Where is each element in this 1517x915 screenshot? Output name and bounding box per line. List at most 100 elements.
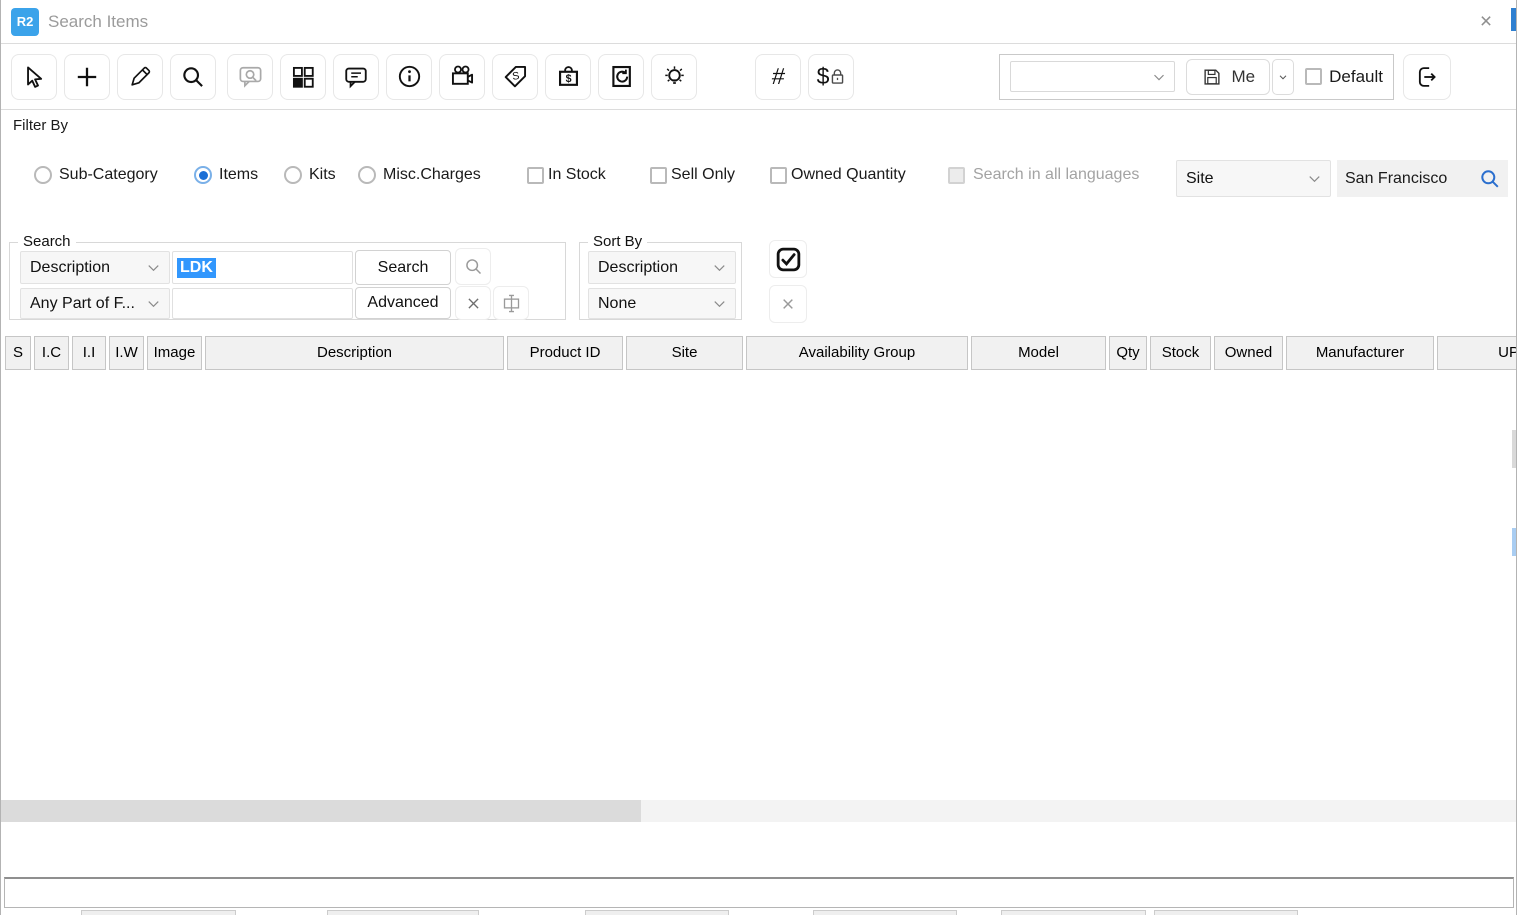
radio-checked-icon — [194, 166, 212, 184]
default-checkbox-row: Default — [1305, 67, 1383, 87]
default-checkbox[interactable] — [1305, 68, 1322, 85]
saved-view-panel: Me Default — [999, 54, 1395, 100]
checkbox-icon — [770, 167, 787, 184]
scrollbar-thumb[interactable] — [1, 800, 641, 822]
search-field-selector[interactable]: Description — [20, 251, 170, 284]
column-header-owned[interactable]: Owned — [1214, 336, 1283, 370]
column-header-ii[interactable]: I.I — [72, 336, 106, 370]
site-value-field[interactable]: San Francisco — [1337, 160, 1508, 197]
results-body — [1, 371, 1516, 800]
sort-primary-value: Description — [598, 259, 678, 277]
edit-item-button[interactable] — [117, 54, 163, 100]
price-tag-icon: S — [502, 63, 529, 90]
site-selector-value: Site — [1186, 170, 1214, 188]
comment-icon — [343, 64, 369, 90]
price-tag-button[interactable]: S — [492, 54, 538, 100]
flip-columns-icon — [501, 293, 522, 314]
checkbox-icon — [650, 167, 667, 184]
column-header-manufacturer[interactable]: Manufacturer — [1286, 336, 1434, 370]
sort-primary-selector[interactable]: Description — [588, 251, 736, 284]
search-group-legend: Search — [18, 233, 76, 250]
search-scope-selector[interactable]: Any Part of F... — [20, 288, 170, 319]
save-view-dropdown-button[interactable] — [1272, 59, 1294, 95]
bottom-button-sliver — [81, 910, 236, 915]
app-logo: R2 — [11, 8, 39, 36]
money-case-button[interactable]: $ — [545, 54, 591, 100]
search-query-selected-text: LDK — [177, 258, 216, 278]
checkbox-owned-quantity[interactable]: Owned Quantity — [770, 166, 906, 184]
site-selector[interactable]: Site — [1176, 160, 1331, 197]
comments-button[interactable] — [333, 54, 379, 100]
search-scope-selector-value: Any Part of F... — [30, 295, 135, 313]
item-info-button[interactable] — [386, 54, 432, 100]
chevron-down-icon — [710, 258, 729, 277]
add-item-button[interactable] — [64, 54, 110, 100]
radio-items[interactable]: Items — [194, 166, 258, 184]
serial-hash-button[interactable]: # — [755, 54, 801, 100]
close-button[interactable]: × — [1472, 8, 1500, 36]
clear-selection-button[interactable] — [769, 285, 807, 323]
layout-grid-button[interactable] — [280, 54, 326, 100]
history-icon — [608, 63, 635, 90]
sort-group-legend: Sort By — [588, 233, 647, 250]
pointer-tool-button[interactable] — [11, 54, 57, 100]
suggestions-button[interactable] — [651, 54, 697, 100]
search-tool-button[interactable] — [170, 54, 216, 100]
site-value: San Francisco — [1345, 170, 1447, 188]
search-magnifier-button[interactable] — [455, 248, 491, 285]
search-notes-button[interactable] — [227, 54, 273, 100]
radio-kits[interactable]: Kits — [284, 166, 336, 184]
column-header-product-id[interactable]: Product ID — [507, 336, 623, 370]
radio-label: Kits — [309, 166, 336, 184]
search-items-window: R2 Search Items × — [0, 0, 1517, 915]
apply-selection-button[interactable] — [769, 240, 807, 278]
radio-sub-category[interactable]: Sub-Category — [34, 166, 158, 184]
radio-misc-charges[interactable]: Misc.Charges — [358, 166, 481, 184]
radio-label: Misc.Charges — [383, 166, 481, 184]
site-search-icon — [1478, 167, 1502, 191]
sort-secondary-selector[interactable]: None — [588, 288, 736, 319]
checkbox-disabled-icon — [948, 167, 965, 184]
checkbox-label: In Stock — [548, 166, 606, 184]
radio-label: Sub-Category — [59, 166, 158, 184]
checkbox-label: Owned Quantity — [791, 166, 906, 184]
chevron-down-icon — [1150, 68, 1168, 86]
checkbox-sell-only[interactable]: Sell Only — [650, 166, 735, 184]
column-header-model[interactable]: Model — [971, 336, 1106, 370]
search-query-input[interactable]: LDK — [172, 251, 353, 284]
compare-columns-button[interactable] — [493, 286, 529, 320]
column-header-site[interactable]: Site — [626, 336, 743, 370]
pencil-icon — [128, 64, 153, 89]
checkbox-label: Search in all languages — [973, 166, 1139, 184]
checkbox-in-stock[interactable]: In Stock — [527, 166, 606, 184]
checkbox-checked-icon — [775, 246, 802, 273]
advanced-button[interactable]: Advanced — [355, 287, 451, 319]
filter-by-label: Filter By — [13, 117, 68, 134]
horizontal-scrollbar[interactable] — [1, 800, 1516, 822]
exit-icon — [1414, 64, 1440, 90]
price-lock-button[interactable]: $ — [808, 54, 854, 100]
column-header-iw[interactable]: I.W — [109, 336, 144, 370]
media-camera-button[interactable] — [439, 54, 485, 100]
bottom-button-sliver — [585, 910, 729, 915]
search-query2-input[interactable] — [172, 288, 353, 319]
clear-search-button[interactable] — [455, 286, 491, 320]
column-header-stock[interactable]: Stock — [1150, 336, 1211, 370]
column-header-upc[interactable]: UPC — [1437, 336, 1516, 370]
search-button[interactable]: Search — [355, 250, 451, 285]
title-bar: R2 Search Items × — [1, 0, 1516, 44]
background-window-edge — [1512, 528, 1516, 556]
save-view-me-button[interactable]: Me — [1186, 59, 1271, 95]
column-header-description[interactable]: Description — [205, 336, 504, 370]
column-header-ic[interactable]: I.C — [34, 336, 69, 370]
bottom-button-sliver — [1154, 910, 1298, 915]
column-header-availability-group[interactable]: Availability Group — [746, 336, 968, 370]
document-history-button[interactable] — [598, 54, 644, 100]
money-case-icon: $ — [555, 63, 582, 90]
search-comment-icon — [237, 63, 264, 90]
saved-view-select[interactable] — [1010, 61, 1175, 92]
column-header-qty[interactable]: Qty — [1109, 336, 1147, 370]
column-header-image[interactable]: Image — [147, 336, 202, 370]
column-header-s[interactable]: S — [5, 336, 31, 370]
exit-button[interactable] — [1403, 54, 1451, 100]
